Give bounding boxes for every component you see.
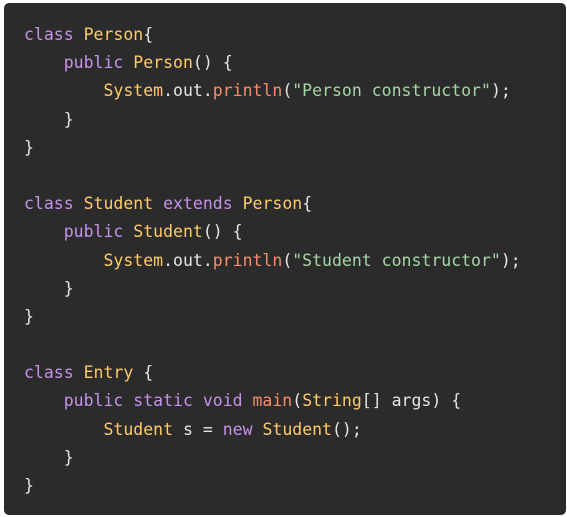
punctuation: } — [63, 109, 74, 129]
function-name: println — [212, 250, 283, 270]
code-listing: class Person{ public Person() { System.o… — [24, 21, 566, 500]
punctuation: .out. — [163, 81, 213, 101]
punctuation: (); — [332, 419, 362, 439]
punctuation: } — [63, 447, 74, 467]
punctuation: ); — [500, 250, 521, 270]
code-line-15: Student s = new Student(); — [24, 416, 566, 444]
function-name: println — [212, 81, 283, 101]
code-line-14: public static void main(String[] args) { — [24, 387, 566, 415]
function-name: main — [252, 391, 293, 411]
code-line-9: System.out.println("Student constructor"… — [24, 247, 566, 275]
code-line-4: } — [24, 106, 566, 134]
type-name: Student — [133, 222, 203, 242]
code-line-1: class Person{ — [24, 21, 566, 49]
keyword: public — [63, 222, 124, 242]
punctuation: { — [143, 25, 154, 44]
string-literal: "Person constructor" — [292, 81, 491, 101]
keyword: public — [63, 53, 124, 73]
code-line-17: } — [24, 472, 566, 500]
type-name: Student — [83, 194, 154, 214]
punctuation: .out. — [163, 250, 213, 270]
type-name: System — [103, 81, 164, 101]
type-name: Student — [262, 419, 332, 439]
code-line-7: class Student extends Person{ — [24, 190, 566, 218]
code-line-16: } — [24, 444, 566, 472]
keyword: class — [24, 363, 74, 383]
punctuation: ( — [292, 391, 303, 411]
type-name: Person — [133, 53, 193, 73]
code-line-5: } — [24, 134, 566, 162]
punctuation: () { — [202, 222, 243, 242]
punctuation: () { — [192, 53, 233, 73]
punctuation: } — [63, 278, 74, 298]
code-line-3: System.out.println("Person constructor")… — [24, 77, 566, 105]
punctuation: } — [24, 476, 34, 495]
type-name: Person — [83, 25, 144, 44]
code-line-10: } — [24, 275, 566, 303]
punctuation: ( — [282, 250, 293, 270]
punctuation: ( — [282, 81, 293, 101]
type-name: System — [103, 250, 164, 270]
keyword: extends — [163, 194, 233, 214]
code-block: class Person{ public Person() { System.o… — [4, 3, 566, 515]
type-name: Student — [103, 419, 174, 439]
code-line-8: public Student() { — [24, 218, 566, 246]
punctuation: ); — [490, 81, 511, 101]
keyword: class — [24, 25, 74, 44]
code-line-2: public Person() { — [24, 49, 566, 77]
punctuation: { — [302, 194, 313, 214]
type-name: Person — [242, 194, 303, 214]
string-literal: "Student constructor" — [292, 250, 501, 270]
code-line-13: class Entry { — [24, 359, 566, 387]
type-name: Entry — [83, 363, 134, 383]
code-line-11: } — [24, 303, 566, 331]
keyword: public static void — [63, 391, 243, 411]
punctuation: } — [24, 306, 34, 326]
punctuation: [] args) { — [361, 391, 462, 411]
punctuation: { — [133, 363, 154, 383]
keyword: new — [222, 419, 253, 439]
punctuation: } — [24, 137, 34, 157]
punctuation: s = — [173, 419, 223, 439]
type-name: String — [302, 391, 362, 411]
keyword: class — [24, 194, 74, 214]
